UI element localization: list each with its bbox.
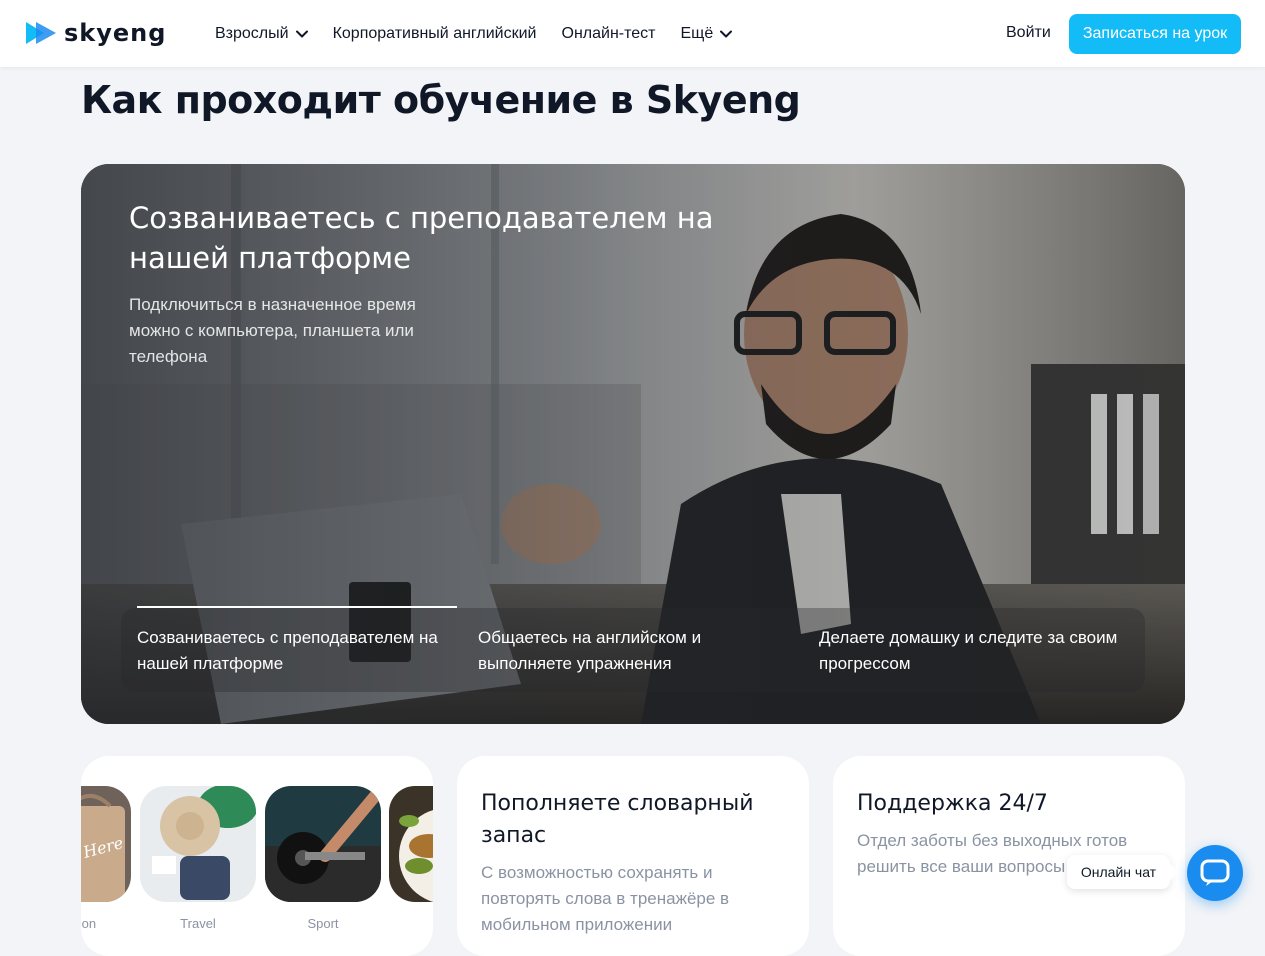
topics-carousel[interactable]: Here Fashion Travel	[81, 786, 433, 931]
nav-item-label: Ещё	[680, 25, 714, 42]
shopping-bag-photo-icon: Here	[81, 786, 131, 902]
online-chat-label: Онлайн чат	[1080, 864, 1157, 880]
hero-description: Подключиться в назначенное время можно с…	[129, 295, 416, 366]
sport-topic-image	[265, 786, 381, 902]
step-tab-practice[interactable]: Общаетесь на английском и выполняете упр…	[462, 608, 803, 692]
nav-item-label: Онлайн-тест	[561, 25, 656, 42]
chevron-down-icon	[295, 30, 308, 38]
step-tab-homework[interactable]: Делаете домашку и следите за своим прогр…	[803, 608, 1144, 692]
nav-item-more[interactable]: Ещё	[681, 25, 733, 43]
vocabulary-title: Пополняете словарный запас	[481, 791, 754, 848]
online-chat-button[interactable]	[1187, 845, 1243, 901]
online-chat-tooltip[interactable]: Онлайн чат	[1067, 855, 1170, 889]
site-header: skyeng Взрослый Корпоративный английский…	[0, 0, 1265, 67]
chat-bubble-icon	[1200, 859, 1230, 886]
food-topic-image	[389, 786, 433, 902]
main-nav: Взрослый Корпоративный английский Онлайн…	[215, 22, 757, 46]
logo[interactable]: skyeng	[24, 20, 166, 46]
hero-title: Созваниваетесь с преподавателем на нашей…	[129, 201, 714, 275]
nav-item-adult[interactable]: Взрослый	[215, 25, 308, 43]
fashion-topic-image: Here	[81, 786, 131, 902]
travel-topic-image	[140, 786, 256, 902]
step-tab-call[interactable]: Созваниваетесь с преподавателем на нашей…	[121, 606, 462, 692]
nav-item-online-test[interactable]: Онлайн-тест	[562, 25, 656, 43]
nav-item-label: Корпоративный английский	[332, 25, 537, 42]
vocabulary-text: С возможностью сохранять и повторять сло…	[481, 863, 730, 934]
chevron-down-icon	[720, 30, 733, 38]
step-tabs: Созваниваетесь с преподавателем на нашей…	[121, 606, 1145, 692]
topics-card: Here Fashion Travel	[81, 756, 433, 956]
nav-item-label: Взрослый	[215, 25, 289, 42]
book-lesson-button[interactable]: Записаться на урок	[1069, 14, 1241, 54]
food-photo-icon	[389, 786, 433, 902]
brand-name: skyeng	[64, 19, 167, 47]
support-title: Поддержка 24/7	[857, 791, 1048, 816]
gym-photo-icon	[265, 786, 381, 902]
hero-card: Созваниваетесь с преподавателем на нашей…	[81, 164, 1185, 724]
login-link[interactable]: Войти	[1006, 24, 1051, 42]
nav-item-corporate[interactable]: Корпоративный английский	[333, 25, 537, 43]
section-title: Как проходит обучение в Skyeng	[81, 78, 801, 122]
vocabulary-card: Пополняете словарный запас С возможность…	[457, 756, 809, 956]
logo-play-icon	[26, 22, 56, 44]
travel-flatlay-photo-icon	[140, 786, 256, 902]
